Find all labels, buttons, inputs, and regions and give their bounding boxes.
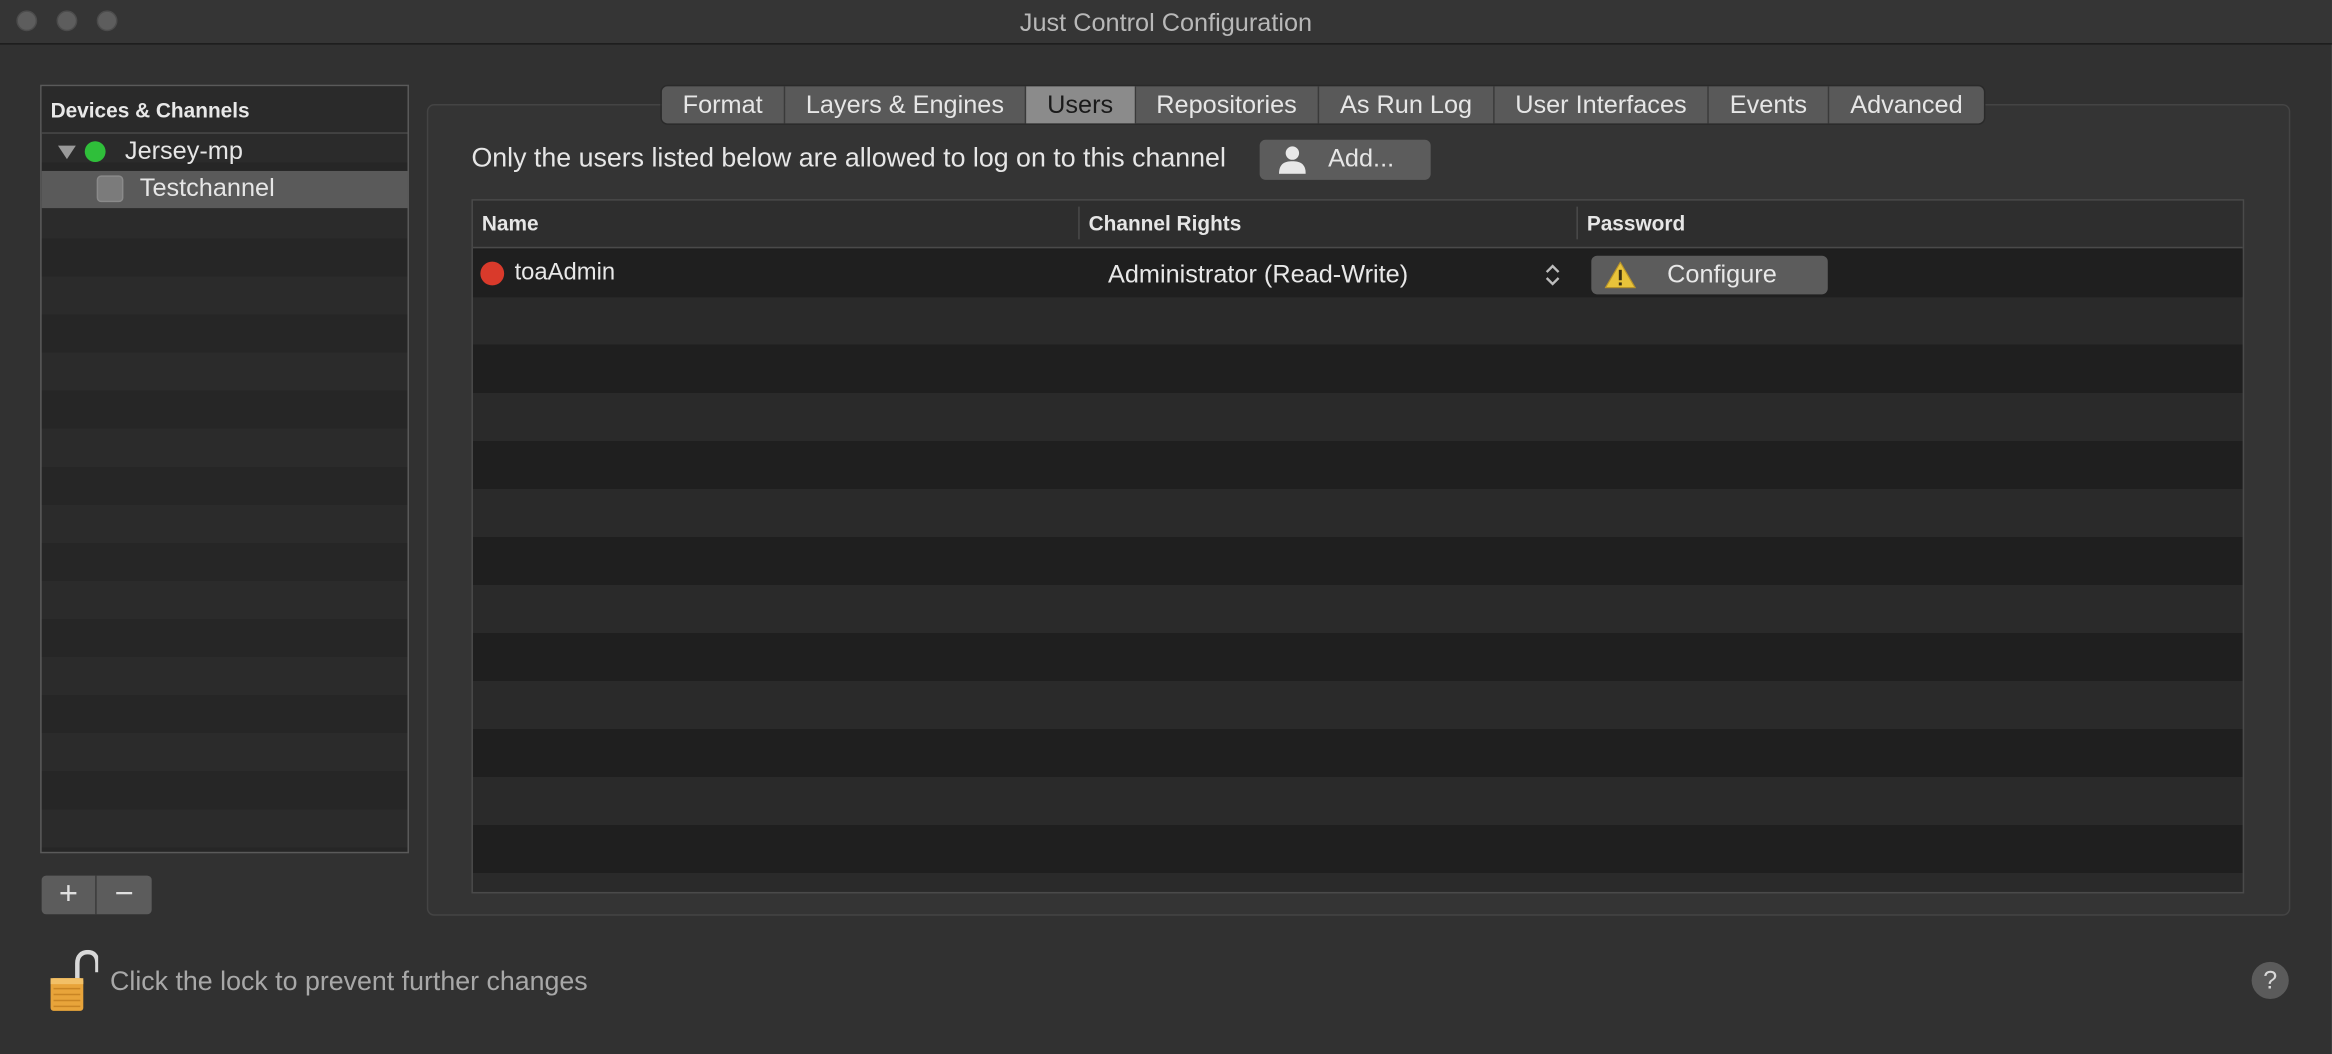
remove-device-button[interactable]: − [97,875,152,915]
devices-sidebar: Devices & Channels Jersey-mp Testchannel [40,84,409,854]
title-bar: Just Control Configuration [0,0,2332,45]
user-status-icon [480,261,505,286]
config-window: Just Control Configuration Devices & Cha… [0,0,2332,1054]
configure-password-button[interactable]: Configure [1591,255,1828,295]
channel-icon [96,175,124,203]
add-user-label: Add... [1328,144,1395,173]
tab-advanced[interactable]: Advanced [1829,86,1984,124]
users-table: Name Channel Rights Password toaAdmin Ad… [471,199,2245,894]
add-user-button[interactable]: Add... [1259,139,1431,180]
column-header-channel-rights[interactable]: Channel Rights [1089,211,1242,235]
tab-layers-engines[interactable]: Layers & Engines [785,86,1027,124]
lock-status-text: Click the lock to prevent further change… [110,966,588,997]
channel-rights-select[interactable]: Administrator (Read-Write) [1108,260,1408,290]
sidebar-item-label: Testchannel [139,173,275,203]
tab-users[interactable]: Users [1026,86,1136,124]
tab-user-interfaces[interactable]: User Interfaces [1494,86,1709,124]
table-row[interactable]: toaAdmin Administrator (Read-Write) Conf… [472,249,2243,298]
user-name: toaAdmin [514,260,616,286]
tab-repositories[interactable]: Repositories [1135,86,1320,124]
column-divider[interactable] [1576,206,1578,240]
up-down-chevron-icon[interactable] [1544,263,1562,287]
person-icon [1278,146,1306,174]
unlocked-lock-icon[interactable] [48,949,99,1012]
warning-icon [1604,261,1636,289]
tab-events[interactable]: Events [1708,86,1830,124]
users-info-text: Only the users listed below are allowed … [471,142,1226,173]
add-remove-control: + − [41,875,152,915]
tab-as-run-log[interactable]: As Run Log [1319,86,1495,124]
column-divider[interactable] [1078,206,1080,240]
column-header-password[interactable]: Password [1587,211,1685,235]
window-title: Just Control Configuration [1019,8,1313,38]
sidebar-item-testchannel[interactable]: Testchannel [41,170,408,209]
column-header-name[interactable]: Name [482,211,539,235]
disclosure-triangle-icon[interactable] [58,145,76,160]
table-header: Name Channel Rights Password [472,200,2243,249]
configure-label: Configure [1667,260,1777,289]
tab-bar: Format Layers & Engines Users Repositori… [660,84,1985,125]
sidebar-item-jersey-mp[interactable]: Jersey-mp [42,134,408,171]
add-device-button[interactable]: + [42,875,97,915]
help-button[interactable]: ? [2251,961,2289,999]
tab-format[interactable]: Format [661,86,786,124]
status-online-icon [84,141,106,163]
sidebar-item-label: Jersey-mp [124,136,243,166]
sidebar-header: Devices & Channels [41,86,408,134]
